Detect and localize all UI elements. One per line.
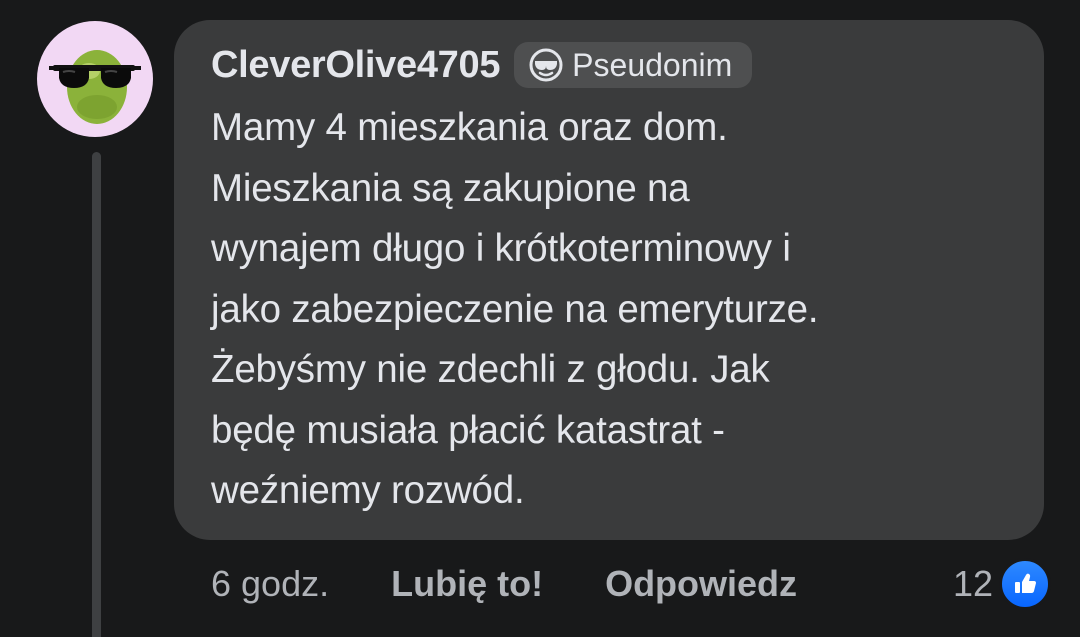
reply-button[interactable]: Odpowiedz bbox=[605, 563, 797, 605]
pseudonym-badge[interactable]: Pseudonim bbox=[514, 42, 753, 88]
like-button[interactable]: Lubię to! bbox=[391, 563, 543, 605]
sunglasses-icon bbox=[528, 47, 564, 83]
thread-line bbox=[92, 152, 101, 637]
author-name[interactable]: CleverOlive4705 bbox=[211, 44, 500, 87]
thumbs-up-icon bbox=[999, 558, 1051, 610]
comment-header: CleverOlive4705 Pseudonim bbox=[211, 40, 753, 90]
reaction-count: 12 bbox=[952, 563, 993, 604]
comment-text: Mamy 4 mieszkania oraz dom. Mieszkania s… bbox=[211, 106, 819, 512]
timestamp[interactable]: 6 godz. bbox=[211, 563, 329, 605]
comment-screen: CleverOlive4705 Pseudonim Mamy 4 mieszka… bbox=[0, 0, 1080, 637]
reaction-summary[interactable]: 12 bbox=[953, 556, 1051, 612]
avatar[interactable] bbox=[37, 21, 153, 137]
comment-actions: 6 godz. Lubię to! Odpowiedz 12 bbox=[211, 556, 1051, 612]
badge-label: Pseudonim bbox=[572, 46, 733, 83]
olive-with-sunglasses-icon bbox=[49, 50, 141, 124]
